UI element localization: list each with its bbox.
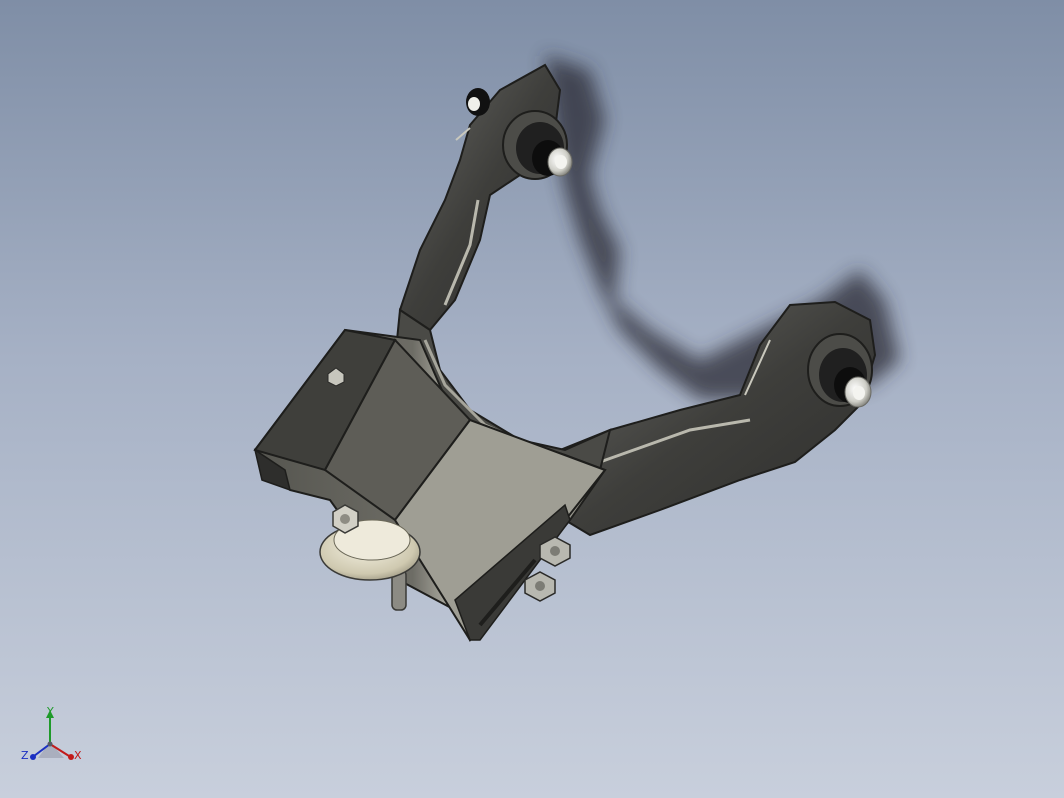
triad-x-label: X [74,749,82,762]
triad-y-label: Y [47,705,54,718]
right-bushing [807,333,873,408]
view-orientation-triad[interactable]: Y X Z [14,700,90,774]
triad-z-label: Z [21,749,29,762]
graphics-viewport[interactable]: Y X Z [0,0,1064,798]
control-arm-model[interactable] [0,0,1064,798]
